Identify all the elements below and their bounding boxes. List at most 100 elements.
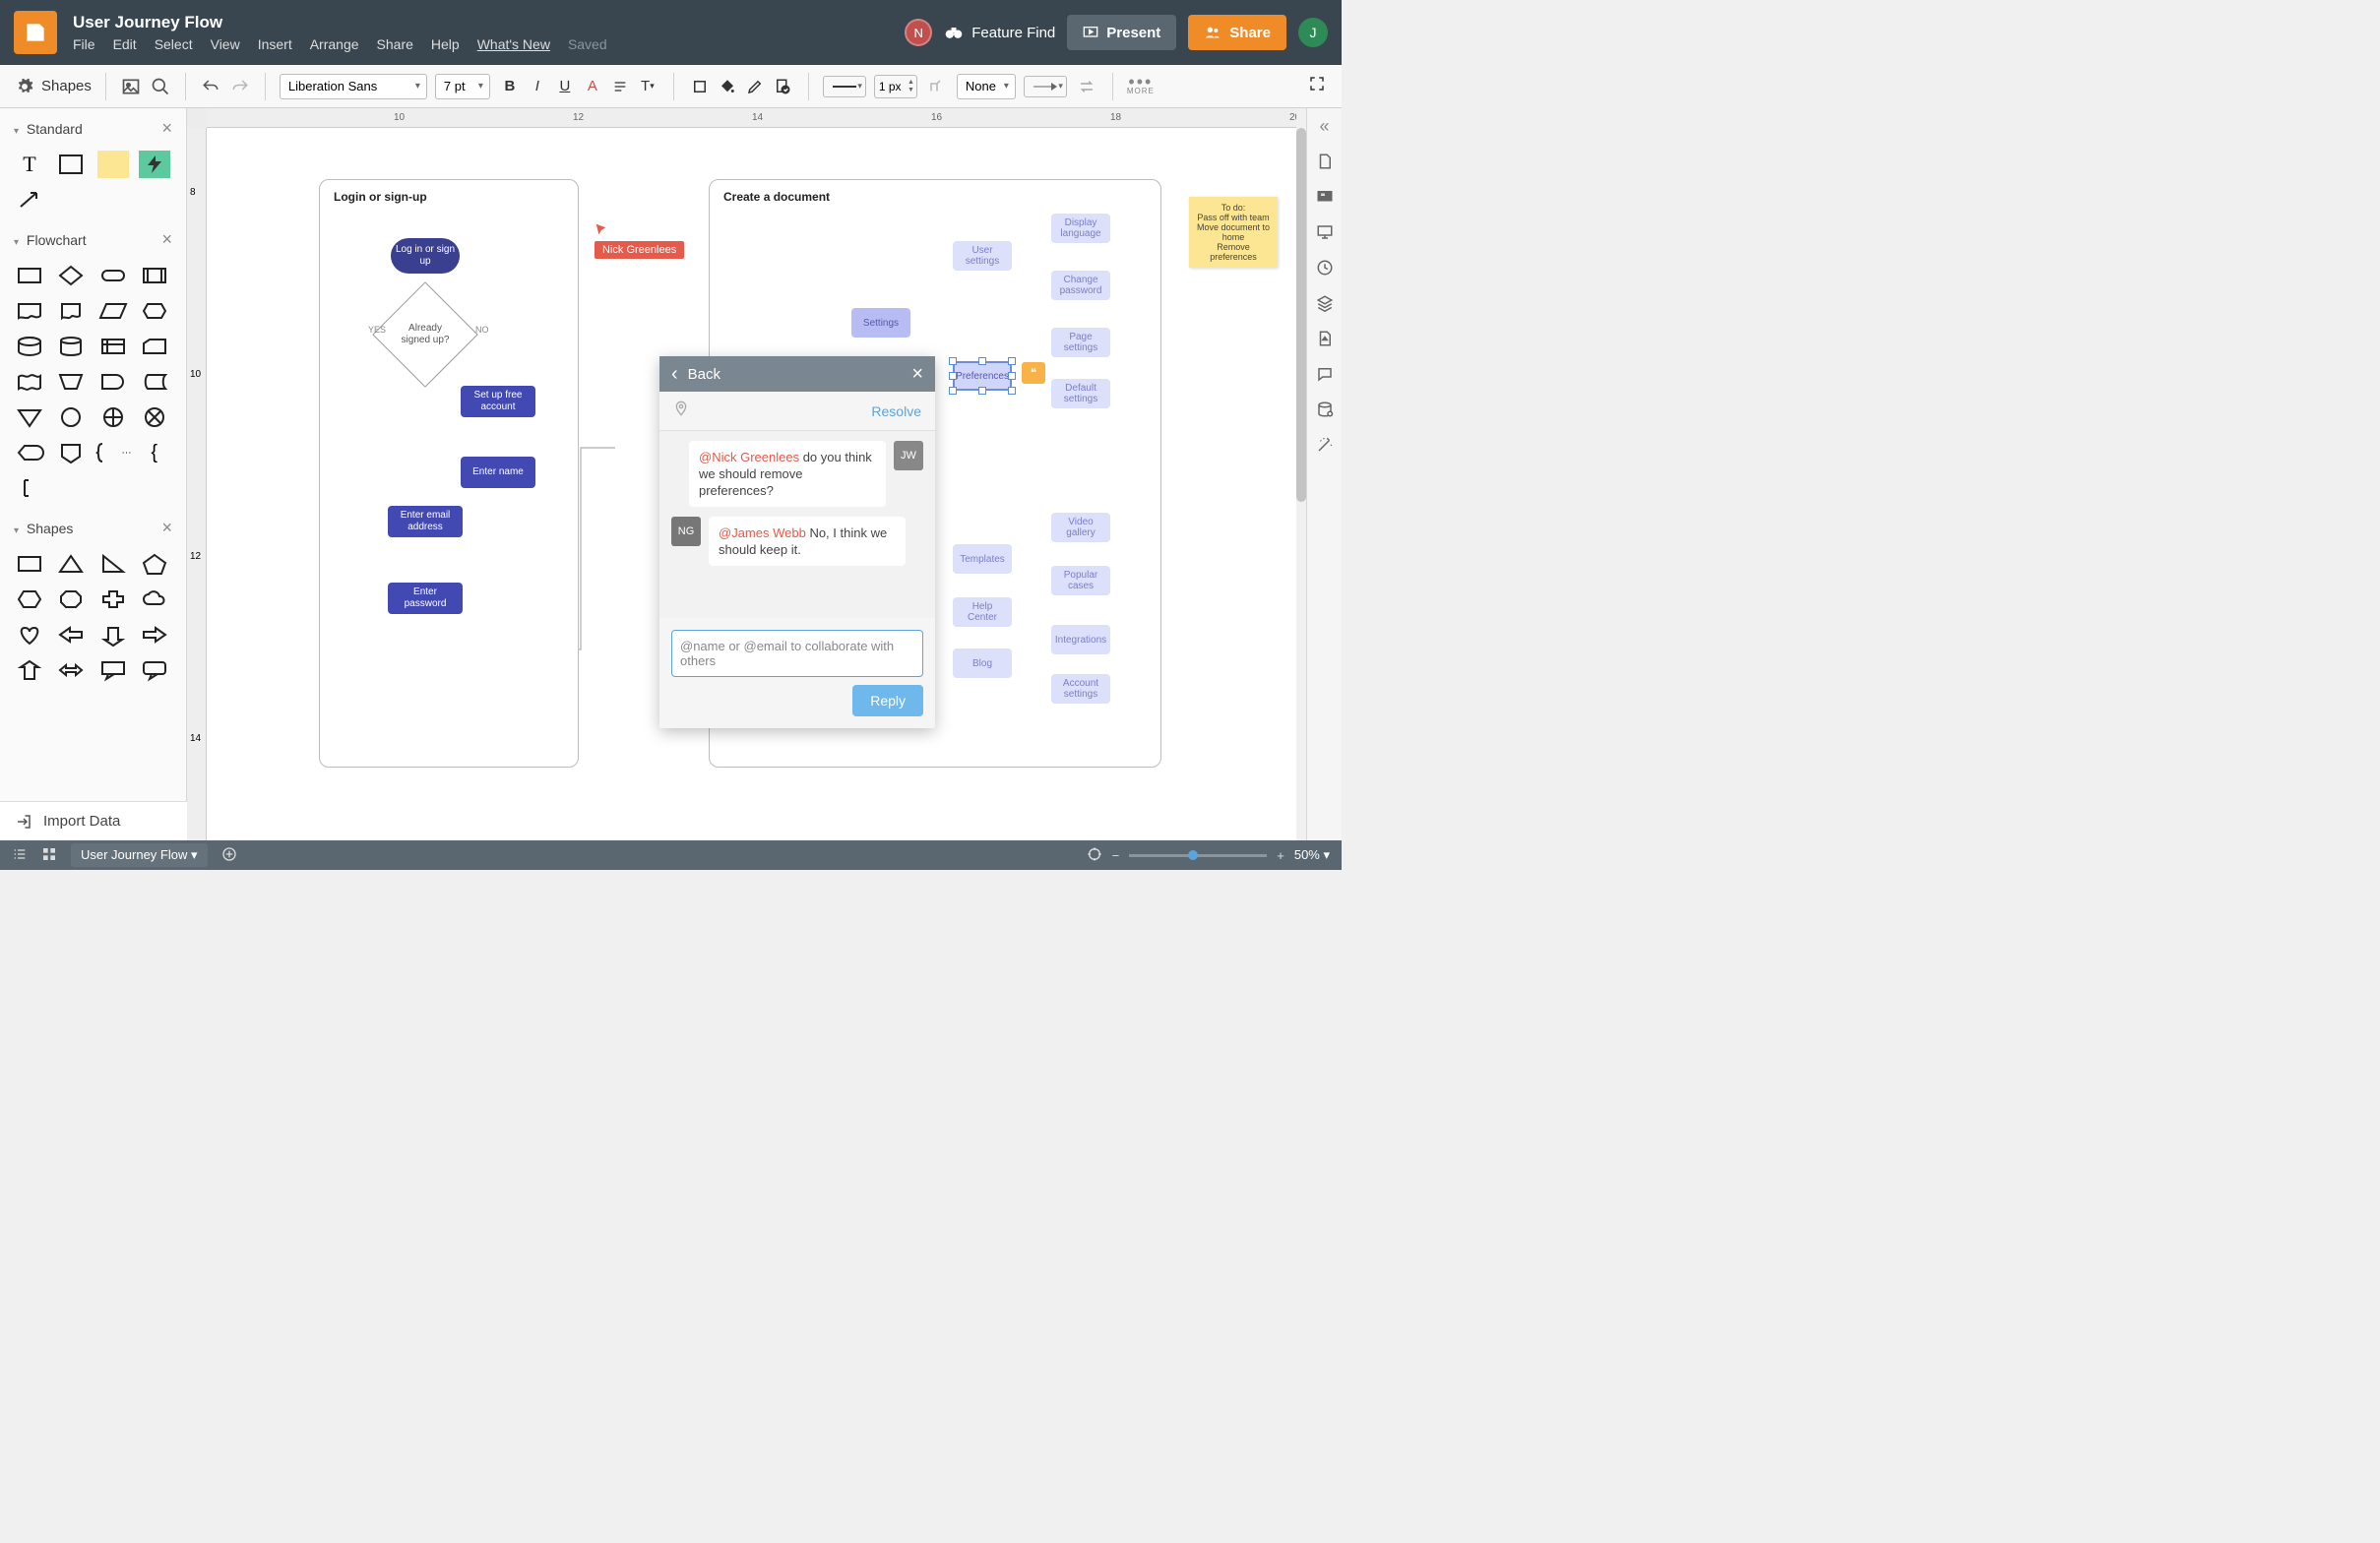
sh-rarrow[interactable] [139, 621, 170, 648]
app-logo[interactable] [14, 11, 57, 54]
fc-brace[interactable]: ⋯ [97, 439, 129, 466]
sh-rtri[interactable] [97, 550, 129, 578]
node-blog[interactable]: Blog [953, 648, 1012, 678]
fc-delay[interactable] [97, 368, 129, 396]
fc-display[interactable] [14, 439, 45, 466]
magic-icon[interactable] [1314, 434, 1336, 456]
zoom-in-icon[interactable]: + [1277, 848, 1284, 863]
canvas[interactable]: Login or sign-up Log in or sign up Alrea… [207, 128, 1306, 840]
fc-card[interactable] [139, 333, 170, 360]
bold-icon[interactable]: B [498, 75, 522, 98]
fc-note[interactable] [14, 474, 45, 502]
present-icon[interactable] [1314, 221, 1336, 243]
scrollbar-thumb[interactable] [1296, 128, 1306, 502]
shape-rect[interactable] [55, 151, 87, 178]
node-templates[interactable]: Templates [953, 544, 1012, 574]
zoom-label[interactable]: 50% ▾ [1294, 847, 1330, 863]
fc-or[interactable] [97, 403, 129, 431]
fc-db[interactable] [14, 333, 45, 360]
layers-icon[interactable] [1314, 292, 1336, 314]
node-enterpw[interactable]: Enter password [388, 583, 463, 614]
fc-merge[interactable] [14, 403, 45, 431]
sh-tri[interactable] [55, 550, 87, 578]
line-routing-icon[interactable] [925, 75, 949, 98]
footer-doc-select[interactable]: User Journey Flow ▾ [71, 843, 208, 867]
add-page-icon[interactable] [221, 846, 237, 865]
node-popularcases[interactable]: Popular cases [1051, 566, 1110, 595]
shape-note[interactable] [97, 151, 129, 178]
fc-predef[interactable] [139, 262, 170, 289]
sh-oct[interactable] [55, 586, 87, 613]
reply-button[interactable]: Reply [852, 685, 923, 716]
section-flowchart[interactable]: ▾ Flowchart × [0, 223, 186, 256]
canvas-area[interactable]: 10 12 14 16 18 20 8 10 12 14 [187, 108, 1306, 840]
sh-uarrow[interactable] [14, 656, 45, 684]
crop-icon[interactable] [688, 75, 712, 98]
fc-intstore[interactable] [97, 333, 129, 360]
fc-data[interactable] [97, 297, 129, 325]
comment-input[interactable]: @name or @email to collaborate with othe… [671, 630, 923, 677]
fc-hex[interactable] [139, 297, 170, 325]
back-chevron-icon[interactable]: ‹ [671, 363, 678, 386]
fc-cyl[interactable] [55, 333, 87, 360]
sh-callout[interactable] [97, 656, 129, 684]
menu-view[interactable]: View [211, 36, 240, 52]
drop-icon[interactable] [1314, 328, 1336, 349]
fc-process[interactable] [14, 262, 45, 289]
fc-decision[interactable] [55, 262, 87, 289]
node-defaultsettings[interactable]: Default settings [1051, 379, 1110, 408]
data-icon[interactable] [1314, 399, 1336, 420]
align-icon[interactable] [608, 75, 632, 98]
fontsize-select[interactable]: 7 pt [435, 74, 490, 99]
sh-rect[interactable] [14, 550, 45, 578]
collaborator-avatar[interactable]: N [905, 19, 932, 46]
underline-icon[interactable]: U [553, 75, 577, 98]
doc-title[interactable]: User Journey Flow [73, 13, 607, 32]
node-helpcenter[interactable]: Help Center [953, 597, 1012, 627]
node-changepw[interactable]: Change password [1051, 271, 1110, 300]
font-select[interactable]: Liberation Sans [280, 74, 427, 99]
undo-icon[interactable] [200, 76, 221, 97]
sh-hex[interactable] [14, 586, 45, 613]
shape-text[interactable]: T [14, 151, 45, 178]
fc-brace2[interactable]: { [139, 439, 170, 466]
italic-icon[interactable]: I [526, 75, 549, 98]
node-user-settings[interactable]: User settings [953, 241, 1012, 271]
menu-file[interactable]: File [73, 36, 95, 52]
import-data-button[interactable]: Import Data [0, 801, 187, 840]
pin-icon[interactable] [673, 399, 689, 423]
pencil-icon[interactable] [743, 75, 767, 98]
text-options-icon[interactable]: T▾ [636, 75, 659, 98]
close-icon[interactable]: × [911, 363, 923, 386]
toolbar-more[interactable]: ••• MORE [1127, 77, 1155, 95]
fc-offpage[interactable] [55, 439, 87, 466]
vertical-scrollbar[interactable] [1296, 108, 1306, 840]
grid-view-icon[interactable] [41, 846, 57, 865]
sh-larrow[interactable] [55, 621, 87, 648]
fill-icon[interactable] [716, 75, 739, 98]
paste-style-icon[interactable] [771, 75, 794, 98]
fullscreen-icon[interactable] [1308, 75, 1326, 97]
fc-storage[interactable] [139, 368, 170, 396]
close-icon[interactable]: × [161, 518, 172, 538]
node-entername[interactable]: Enter name [461, 457, 535, 488]
fc-terminator[interactable] [97, 262, 129, 289]
zoom-out-icon[interactable]: − [1112, 848, 1120, 863]
target-icon[interactable] [1087, 846, 1102, 865]
chat-icon[interactable] [1314, 363, 1336, 385]
menu-edit[interactable]: Edit [113, 36, 137, 52]
redo-icon[interactable] [229, 76, 251, 97]
share-button[interactable]: Share [1188, 15, 1286, 50]
stroke-width-input[interactable]: 1 px▲▼ [874, 75, 917, 98]
arrow-start-select[interactable]: None [957, 74, 1016, 99]
menu-select[interactable]: Select [155, 36, 193, 52]
search-icon[interactable] [150, 76, 171, 97]
line-style-select[interactable] [823, 76, 866, 97]
arrow-end-select[interactable] [1024, 76, 1067, 97]
node-setup[interactable]: Set up free account [461, 386, 535, 417]
image-icon[interactable] [120, 76, 142, 97]
fc-sum[interactable] [139, 403, 170, 431]
sh-cross[interactable] [97, 586, 129, 613]
section-standard[interactable]: ▾ Standard × [0, 112, 186, 145]
sh-lrarrow[interactable] [55, 656, 87, 684]
